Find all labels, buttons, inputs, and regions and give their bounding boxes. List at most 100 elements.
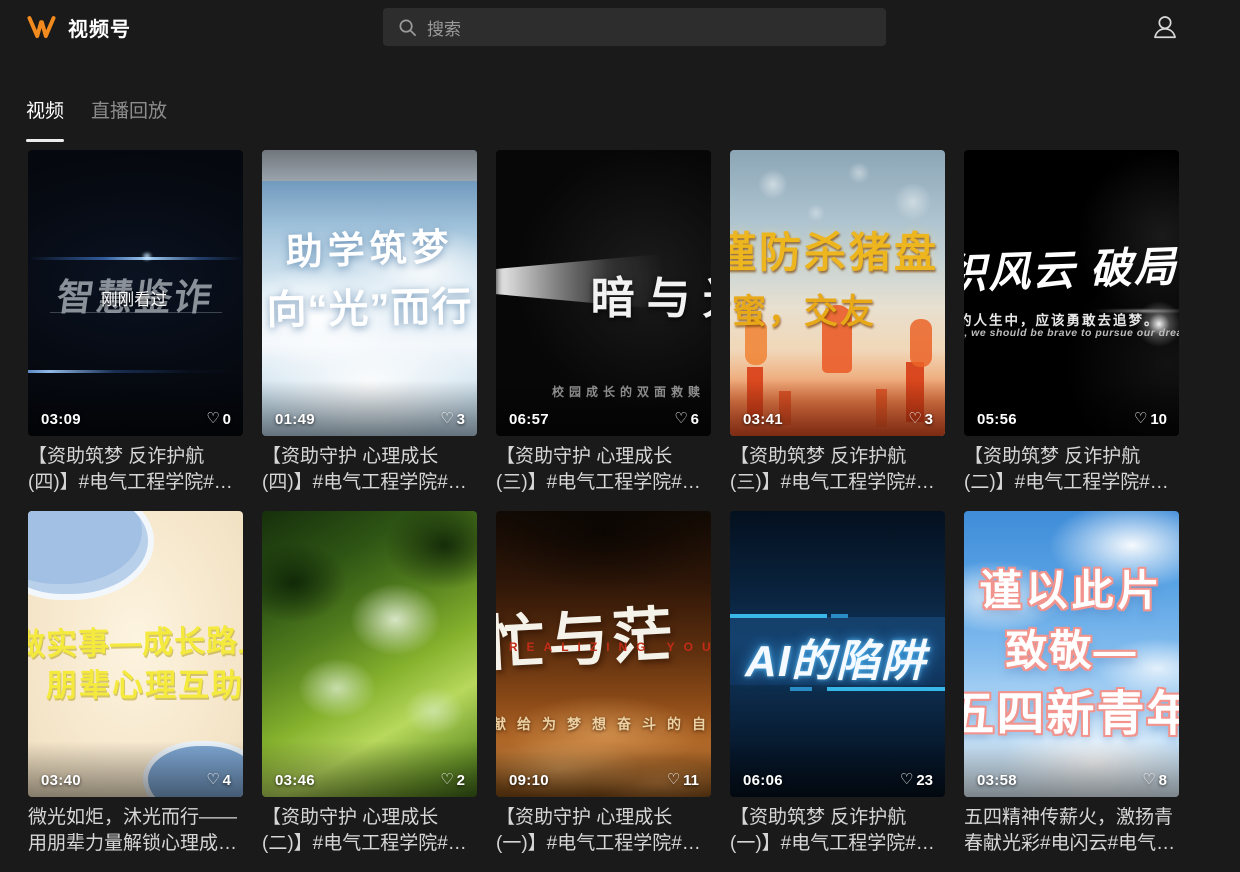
thumbnail-text: 五四新青年 <box>964 674 1179 744</box>
like-count-value: 3 <box>925 411 933 428</box>
heart-icon: ♡ <box>900 770 913 788</box>
like-count: ♡8 <box>1142 771 1167 789</box>
video-card[interactable]: 忙与茫 REALIZING YOUR 献给为梦想奋斗的自己 09:10 ♡11 … <box>496 511 711 857</box>
channels-logo-icon <box>26 14 57 41</box>
video-thumbnail[interactable]: 03:46 ♡2 <box>262 511 477 797</box>
video-title[interactable]: 【资助筑梦 反诈护航(二)】#电气工程学院#电闪云 <box>964 444 1179 496</box>
like-count: ♡3 <box>908 410 933 428</box>
profile-button[interactable] <box>1148 11 1182 45</box>
like-count: ♡0 <box>206 410 231 428</box>
heart-icon: ♡ <box>1134 409 1147 427</box>
video-thumbnail[interactable]: 助学筑梦 向“光”而行 01:49 ♡3 <box>262 150 477 436</box>
like-count-value: 2 <box>457 772 465 789</box>
app-logo[interactable]: 视频号 <box>26 13 131 42</box>
video-card[interactable]: 织风云 破局之 的人生中，应该勇敢去追梦。 e, we should be br… <box>964 150 1179 496</box>
video-card[interactable]: 助学筑梦 向“光”而行 01:49 ♡3 【资助守护 心理成长(四)】#电气工程… <box>262 150 477 496</box>
video-thumbnail[interactable]: 忙与茫 REALIZING YOUR 献给为梦想奋斗的自己 09:10 ♡11 <box>496 511 711 797</box>
thumbnail-overlay-text: REALIZING YOUR <box>509 640 711 654</box>
like-count-value: 4 <box>223 772 231 789</box>
video-card[interactable]: 谨以此片 致敬— 五四新青年 03:58 ♡8 五四精神传薪火，激扬青春献光彩#… <box>964 511 1179 857</box>
like-count-value: 6 <box>691 411 699 428</box>
tab-live-replay[interactable]: 直播回放 <box>91 96 167 135</box>
video-title[interactable]: 【资助筑梦 反诈护航(四)】#电气工程学院#电闪云 <box>28 444 243 496</box>
like-count-value: 8 <box>1159 772 1167 789</box>
thumbnail-text: 忙与茫 <box>496 586 678 683</box>
tab-videos[interactable]: 视频 <box>26 96 64 135</box>
video-thumbnail[interactable]: 智慧鉴诈 刚刚看过 03:09 ♡0 <box>28 150 243 436</box>
video-duration: 03:09 <box>41 411 81 428</box>
video-card[interactable]: 做实事—成长路上 朋辈心理互助项目 03:40 ♡4 微光如炬，沐光而行——用朋… <box>28 511 243 857</box>
thumbnail-subtitle: e, we should be brave to pursue our drea… <box>964 327 1179 339</box>
person-silhouette <box>910 319 932 367</box>
thumbnail-text: 致敬— <box>964 617 1179 678</box>
heart-icon: ♡ <box>206 409 219 427</box>
like-count: ♡23 <box>900 771 933 789</box>
video-duration: 06:57 <box>509 411 549 428</box>
thumbnail-text: 织风云 破局之 <box>964 231 1179 302</box>
video-title[interactable]: 微光如炬，沐光而行——用朋辈力量解锁心理成长密... <box>28 805 243 857</box>
video-grid: 智慧鉴诈 刚刚看过 03:09 ♡0 【资助筑梦 反诈护航(四)】#电气工程学院… <box>28 150 1212 857</box>
search-icon <box>398 18 417 37</box>
thumbnail-text: 做实事—成长路上 <box>28 615 243 664</box>
thumbnail-text: 向“光”而行 <box>262 274 477 336</box>
search-input[interactable]: 搜索 <box>383 8 886 46</box>
app-title: 视频号 <box>68 13 131 42</box>
video-duration: 06:06 <box>743 772 783 789</box>
like-count: ♡6 <box>674 410 699 428</box>
video-thumbnail[interactable]: AI的陷阱 06:06 ♡23 <box>730 511 945 797</box>
letterbox-band <box>262 150 477 181</box>
light-streak <box>28 257 243 260</box>
video-thumbnail[interactable]: 谨防杀猪盘 甜蜜，交友 03:41 ♡3 <box>730 150 945 436</box>
cloud-decoration <box>28 511 154 600</box>
video-card[interactable]: AI的陷阱 06:06 ♡23 【资助筑梦 反诈护航(一)】#电气工程学院#电闪… <box>730 511 945 857</box>
like-count: ♡4 <box>206 771 231 789</box>
like-count: ♡3 <box>440 410 465 428</box>
video-thumbnail[interactable]: 织风云 破局之 的人生中，应该勇敢去追梦。 e, we should be br… <box>964 150 1179 436</box>
video-title[interactable]: 【资助守护 心理成长(三)】#电气工程学院#电闪云 <box>496 444 711 496</box>
tech-line <box>831 614 848 618</box>
like-count: ♡2 <box>440 771 465 789</box>
video-duration: 03:46 <box>275 772 315 789</box>
thumbnail-subtitle: 献给为梦想奋斗的自己 <box>496 714 711 734</box>
like-count-value: 3 <box>457 411 465 428</box>
heart-icon: ♡ <box>206 770 219 788</box>
video-card[interactable]: 谨防杀猪盘 甜蜜，交友 03:41 ♡3 【资助筑梦 反诈护航(三)】#电气工程… <box>730 150 945 496</box>
like-count-value: 10 <box>1150 411 1167 428</box>
thumbnail-text: 谨以此片 <box>964 557 1179 618</box>
light-streak <box>28 370 243 373</box>
divider <box>50 312 222 313</box>
video-duration: 05:56 <box>977 411 1017 428</box>
search-placeholder: 搜索 <box>427 15 461 40</box>
video-thumbnail[interactable]: 做实事—成长路上 朋辈心理互助项目 03:40 ♡4 <box>28 511 243 797</box>
heart-icon: ♡ <box>908 409 921 427</box>
thumbnail-text: 助学筑梦 <box>262 215 477 276</box>
video-duration: 03:40 <box>41 772 81 789</box>
video-title[interactable]: 【资助守护 心理成长(四)】#电气工程学院#电闪云 <box>262 444 477 496</box>
like-count: ♡11 <box>667 771 699 789</box>
just-watched-badge: 刚刚看过 <box>101 286 167 310</box>
video-title[interactable]: 五四精神传薪火，激扬青春献光彩#电闪云#电气工程... <box>964 805 1179 857</box>
thumbnail-text: 暗与光 <box>591 262 711 326</box>
video-title[interactable]: 【资助守护 心理成长(一)】#电气工程学院#电闪云 <box>496 805 711 857</box>
thumbnail-text: 谨防杀猪盘 <box>730 219 939 280</box>
like-count: ♡10 <box>1134 410 1167 428</box>
heart-icon: ♡ <box>440 409 453 427</box>
video-title[interactable]: 【资助筑梦 反诈护航(一)】#电气工程学院#电闪云 <box>730 805 945 857</box>
video-duration: 03:58 <box>977 772 1017 789</box>
content-tabs: 视频 直播回放 <box>26 96 167 135</box>
video-title[interactable]: 【资助筑梦 反诈护航(三)】#电气工程学院#电闪云 <box>730 444 945 496</box>
like-count-value: 11 <box>683 772 699 789</box>
video-thumbnail[interactable]: 谨以此片 致敬— 五四新青年 03:58 ♡8 <box>964 511 1179 797</box>
video-thumbnail[interactable]: 暗与光 校园成长的双面救赎 06:57 ♡6 <box>496 150 711 436</box>
video-card[interactable]: 03:46 ♡2 【资助守护 心理成长(二)】#电气工程学院#电闪云 <box>262 511 477 857</box>
tech-line <box>730 614 827 618</box>
video-card[interactable]: 智慧鉴诈 刚刚看过 03:09 ♡0 【资助筑梦 反诈护航(四)】#电气工程学院… <box>28 150 243 496</box>
heart-icon: ♡ <box>1142 770 1155 788</box>
video-duration: 09:10 <box>509 772 549 789</box>
thumbnail-subtitle: 的人生中，应该勇敢去追梦。 <box>964 309 1160 329</box>
video-title[interactable]: 【资助守护 心理成长(二)】#电气工程学院#电闪云 <box>262 805 477 857</box>
thumbnail-text: AI的陷阱 <box>745 625 926 689</box>
heart-icon: ♡ <box>674 409 687 427</box>
person-icon <box>1150 13 1180 43</box>
video-card[interactable]: 暗与光 校园成长的双面救赎 06:57 ♡6 【资助守护 心理成长(三)】#电气… <box>496 150 711 496</box>
